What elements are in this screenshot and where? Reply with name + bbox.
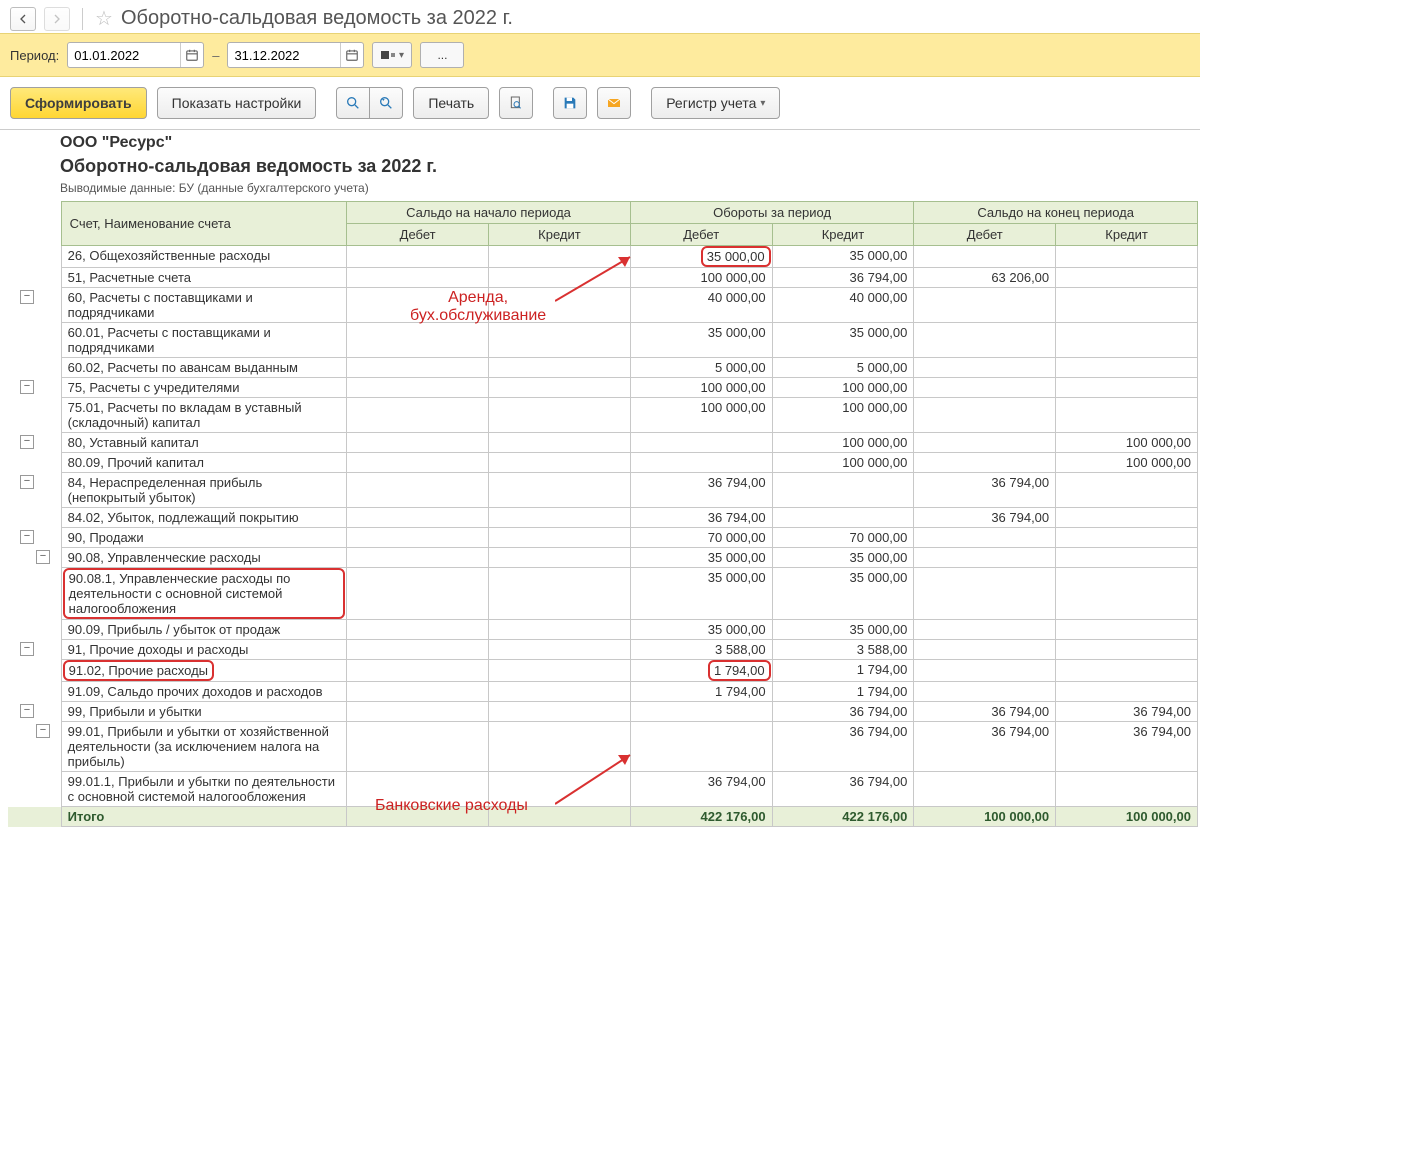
document-search-icon xyxy=(508,95,524,111)
print-button[interactable]: Печать xyxy=(413,87,489,119)
table-row[interactable]: 60.01, Расчеты с поставщиками и подрядчи… xyxy=(8,323,1198,358)
account-name: 99, Прибыли и убытки xyxy=(61,702,347,722)
org-name: ООО "Ресурс" xyxy=(60,134,1190,152)
table-row[interactable]: −99, Прибыли и убытки36 794,0036 794,003… xyxy=(8,702,1198,722)
account-name: 75.01, Расчеты по вкладам в уставный (ск… xyxy=(61,398,347,433)
table-row[interactable]: −91, Прочие доходы и расходы3 588,003 58… xyxy=(8,640,1198,660)
print-preview-button[interactable] xyxy=(499,87,533,119)
col-account: Счет, Наименование счета xyxy=(61,202,347,246)
table-row[interactable]: 99.01.1, Прибыли и убытки по деятельност… xyxy=(8,772,1198,807)
table-row[interactable]: 80.09, Прочий капитал100 000,00100 000,0… xyxy=(8,453,1198,473)
tree-expander[interactable]: − xyxy=(20,704,34,718)
account-name: 99.01.1, Прибыли и убытки по деятельност… xyxy=(61,772,347,807)
table-row[interactable]: −90.08, Управленческие расходы35 000,003… xyxy=(8,548,1198,568)
table-row[interactable]: 91.02, Прочие расходы1 794,001 794,00 xyxy=(8,660,1198,682)
account-name: 60, Расчеты с поставщиками и подрядчикам… xyxy=(61,288,347,323)
account-name: 90.09, Прибыль / убыток от продаж xyxy=(61,620,347,640)
col-turnover: Обороты за период xyxy=(630,202,914,224)
favorite-icon[interactable]: ☆ xyxy=(95,6,113,31)
table-row[interactable]: −90, Продажи70 000,0070 000,00 xyxy=(8,528,1198,548)
table-row[interactable]: 26, Общехозяйственные расходы35 000,0035… xyxy=(8,246,1198,268)
tree-expander[interactable]: − xyxy=(36,724,50,738)
email-button[interactable] xyxy=(597,87,631,119)
page-title: Оборотно-сальдовая ведомость за 2022 г. xyxy=(121,7,513,30)
table-row[interactable]: −75, Расчеты с учредителями100 000,00100… xyxy=(8,378,1198,398)
table-row[interactable]: 51, Расчетные счета100 000,0036 794,0063… xyxy=(8,268,1198,288)
tree-expander[interactable]: − xyxy=(20,435,34,449)
account-name: 60.02, Расчеты по авансам выданным xyxy=(61,358,347,378)
table-row[interactable]: 91.09, Сальдо прочих доходов и расходов1… xyxy=(8,682,1198,702)
report-subtitle: Выводимые данные: БУ (данные бухгалтерск… xyxy=(60,181,1190,195)
period-label: Период: xyxy=(10,48,59,63)
tree-expander[interactable]: − xyxy=(20,530,34,544)
account-name: 91.02, Прочие расходы xyxy=(61,660,347,682)
tree-expander[interactable]: − xyxy=(20,290,34,304)
table-row[interactable]: − 60, Расчеты с поставщиками и подрядчика… xyxy=(8,288,1198,323)
account-name: 84.02, Убыток, подлежащий покрытию xyxy=(61,508,347,528)
account-name: 60.01, Расчеты с поставщиками и подрядчи… xyxy=(61,323,347,358)
col-end: Сальдо на конец периода xyxy=(914,202,1198,224)
account-name: 84, Нераспределенная прибыль (непокрытый… xyxy=(61,473,347,508)
account-name: 90, Продажи xyxy=(61,528,347,548)
col-begin: Сальдо на начало периода xyxy=(347,202,631,224)
osv-table: Счет, Наименование счета Сальдо на начал… xyxy=(8,201,1198,827)
account-name: 90.08.1, Управленческие расходы по деяте… xyxy=(61,568,347,620)
show-settings-button[interactable]: Показать настройки xyxy=(157,87,317,119)
period-more-button[interactable]: ... xyxy=(420,42,464,68)
date-from-field[interactable] xyxy=(67,42,204,68)
table-row[interactable]: 60.02, Расчеты по авансам выданным5 000,… xyxy=(8,358,1198,378)
account-name: 75, Расчеты с учредителями xyxy=(61,378,347,398)
total-row: Итого 422 176,00 422 176,00 100 000,00 1… xyxy=(8,807,1198,827)
date-to-input[interactable] xyxy=(228,48,340,63)
refresh-button[interactable] xyxy=(370,87,403,119)
envelope-icon xyxy=(606,95,622,111)
refresh-icon xyxy=(378,95,394,111)
account-name: 26, Общехозяйственные расходы xyxy=(61,246,347,268)
calendar-icon[interactable] xyxy=(340,43,363,67)
calendar-icon[interactable] xyxy=(180,43,203,67)
tree-expander[interactable]: − xyxy=(20,475,34,489)
account-name: 91.09, Сальдо прочих доходов и расходов xyxy=(61,682,347,702)
form-button[interactable]: Сформировать xyxy=(10,87,147,119)
table-row[interactable]: 90.08.1, Управленческие расходы по деяте… xyxy=(8,568,1198,620)
account-name: 51, Расчетные счета xyxy=(61,268,347,288)
table-row[interactable]: −99.01, Прибыли и убытки от хозяйственно… xyxy=(8,722,1198,772)
table-row[interactable]: −80, Уставный капитал100 000,00100 000,0… xyxy=(8,433,1198,453)
period-quick-button[interactable]: ▾ xyxy=(372,42,412,68)
table-row[interactable]: − 84, Нераспределенная прибыль (непокрыты… xyxy=(8,473,1198,508)
table-row[interactable]: 75.01, Расчеты по вкладам в уставный (ск… xyxy=(8,398,1198,433)
date-to-field[interactable] xyxy=(227,42,364,68)
table-row[interactable]: 90.09, Прибыль / убыток от продаж35 000,… xyxy=(8,620,1198,640)
tree-expander[interactable]: − xyxy=(20,380,34,394)
floppy-icon xyxy=(562,95,578,111)
nav-forward-button[interactable] xyxy=(44,7,70,31)
tree-expander[interactable]: − xyxy=(36,550,50,564)
search-button[interactable] xyxy=(336,87,370,119)
report-title: Оборотно-сальдовая ведомость за 2022 г. xyxy=(60,156,1190,177)
account-name: 80, Уставный капитал xyxy=(61,433,347,453)
save-button[interactable] xyxy=(553,87,587,119)
account-name: 91, Прочие доходы и расходы xyxy=(61,640,347,660)
account-name: 90.08, Управленческие расходы xyxy=(61,548,347,568)
nav-back-button[interactable] xyxy=(10,7,36,31)
date-from-input[interactable] xyxy=(68,48,180,63)
table-row[interactable]: 84.02, Убыток, подлежащий покрытию36 794… xyxy=(8,508,1198,528)
register-button[interactable]: Регистр учета▾ xyxy=(651,87,780,119)
tree-expander[interactable]: − xyxy=(20,642,34,656)
account-name: 99.01, Прибыли и убытки от хозяйственной… xyxy=(61,722,347,772)
search-icon xyxy=(345,95,361,111)
account-name: 80.09, Прочий капитал xyxy=(61,453,347,473)
